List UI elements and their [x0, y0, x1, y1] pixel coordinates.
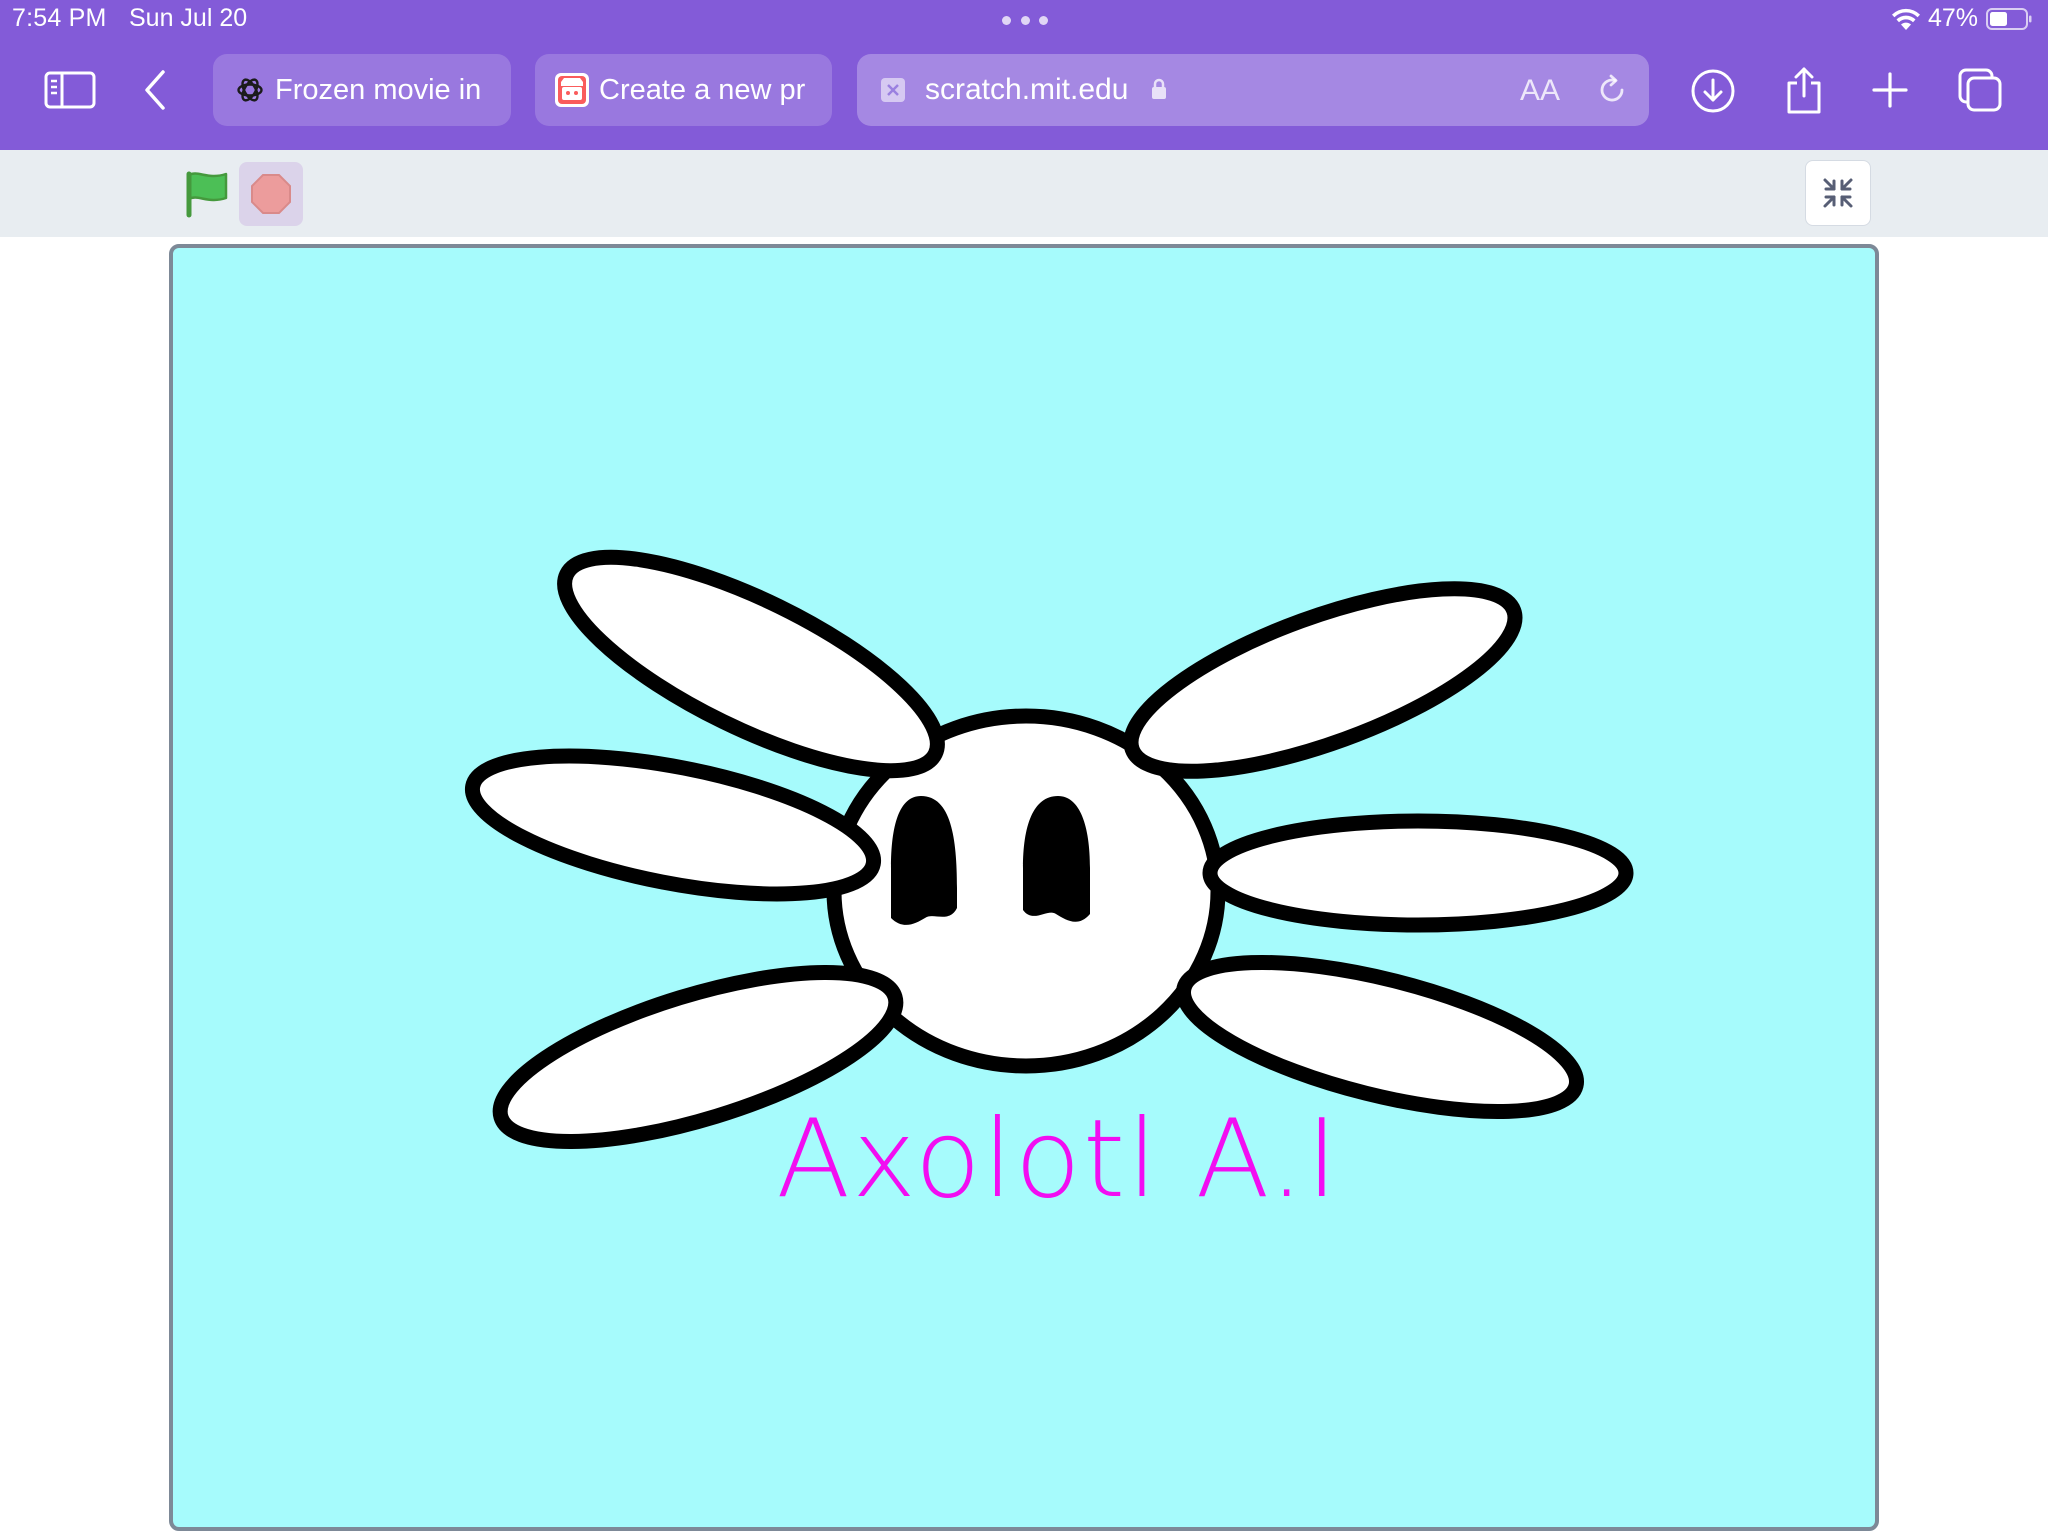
axolotl-eye-right — [1023, 796, 1090, 922]
stage-title-text: Axolotl A.I — [776, 1097, 1340, 1222]
gill-right-middle — [1202, 813, 1634, 933]
status-time: 7:54 PM — [12, 4, 107, 32]
chatgpt-icon — [235, 75, 265, 105]
tab-chatgpt[interactable]: Frozen movie in — [213, 54, 511, 126]
itch-io-icon — [555, 73, 589, 107]
back-icon[interactable] — [138, 68, 172, 112]
stage-canvas[interactable]: Axolotl A.I — [169, 244, 1879, 1531]
battery-percentage: 47% — [1928, 4, 1979, 32]
player-controls-bar — [0, 150, 2048, 237]
reload-icon[interactable] — [1594, 72, 1630, 108]
green-flag-icon[interactable] — [182, 170, 232, 218]
battery-icon — [1986, 8, 2032, 30]
stop-button[interactable] — [239, 162, 303, 226]
axolotl-sprite — [464, 549, 1634, 1150]
url-text: scratch.mit.edu — [925, 73, 1129, 106]
new-tab-icon[interactable] — [1870, 70, 1910, 110]
unfullscreen-button[interactable] — [1805, 160, 1871, 226]
status-date: Sun Jul 20 — [129, 4, 248, 32]
unfullscreen-icon — [1823, 178, 1853, 208]
scratch-favicon-icon — [881, 78, 905, 102]
tabs-overview-icon[interactable] — [1956, 66, 2004, 114]
tab-itch-io[interactable]: Create a new pr — [535, 54, 832, 126]
wifi-icon — [1892, 8, 1920, 30]
download-icon[interactable] — [1690, 68, 1736, 114]
address-bar[interactable]: scratch.mit.edu AA — [857, 54, 1649, 126]
stop-sign-icon — [251, 174, 291, 214]
tab-title: Create a new pr — [599, 73, 806, 106]
tab-title: Frozen movie in — [275, 73, 482, 106]
text-size-button[interactable]: AA — [1520, 74, 1560, 108]
sidebar-icon[interactable] — [42, 68, 98, 112]
axolotl-eye-left — [891, 796, 957, 925]
gill-right-top — [1123, 581, 1523, 779]
multitasking-dots-icon[interactable] — [1002, 16, 1048, 26]
lock-icon — [1152, 78, 1166, 99]
browser-chrome: 7:54 PM Sun Jul 20 47% Frozen movie in C… — [0, 0, 2048, 150]
share-icon[interactable] — [1782, 64, 1826, 116]
